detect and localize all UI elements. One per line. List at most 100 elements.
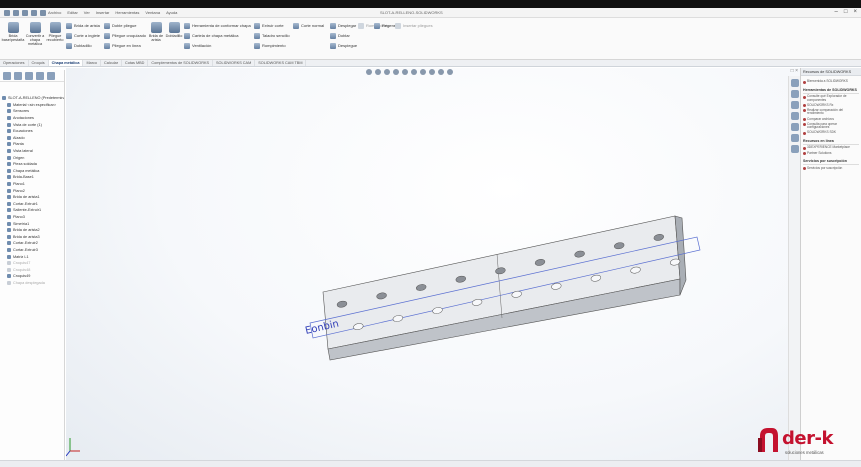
flatten-button[interactable]: Despiegue bbox=[330, 41, 357, 50]
tp-link-rx[interactable]: SOLIDWORKS Rx bbox=[803, 103, 859, 108]
home-icon[interactable] bbox=[791, 79, 799, 87]
rip-button[interactable]: Rompimiento bbox=[254, 41, 286, 50]
tree-node[interactable]: Sensores bbox=[0, 108, 64, 115]
tree-node[interactable]: Saliente-Extruir1 bbox=[0, 207, 64, 214]
tab-sheet-metal[interactable]: Chapa metálica bbox=[48, 60, 84, 66]
tab-evaluate[interactable]: Calcular bbox=[101, 60, 122, 66]
tree-node[interactable]: Plano2 bbox=[0, 187, 64, 194]
tree-node[interactable]: Simetría1 bbox=[0, 220, 64, 227]
graphics-area[interactable]: □ × Eonbin bbox=[66, 68, 800, 467]
hem-small-button[interactable]: Dobladillo bbox=[66, 41, 92, 50]
part-model[interactable]: Eonbin bbox=[66, 68, 800, 467]
configuration-icon[interactable] bbox=[25, 72, 33, 80]
dimxpert-icon[interactable] bbox=[36, 72, 44, 80]
fold-button[interactable]: Doblar bbox=[330, 31, 350, 40]
insert-bends-button[interactable]: Insertar pliegues bbox=[395, 21, 433, 30]
sketched-bend-button[interactable]: Pliegue croquizado bbox=[104, 31, 146, 40]
edge-flange-button[interactable]: Brida de arista bbox=[146, 22, 166, 42]
tree-node[interactable]: Anotaciones bbox=[0, 115, 64, 122]
tree-node[interactable]: Planta bbox=[0, 141, 64, 148]
tree-node[interactable]: Chapa metálica bbox=[0, 168, 64, 175]
tree-node[interactable]: Brida de arista1 bbox=[0, 194, 64, 201]
tree-node[interactable]: Brida-Base1 bbox=[0, 174, 64, 181]
miter-button[interactable]: Corte a inglete bbox=[66, 31, 100, 40]
menu-tools[interactable]: Herramientas bbox=[115, 10, 139, 15]
maximize-button[interactable]: □ bbox=[844, 9, 848, 15]
unfold-small-button[interactable]: Desplegar bbox=[330, 21, 356, 30]
tree-node[interactable]: Origen bbox=[0, 154, 64, 161]
tree-node[interactable]: Pieza soldada bbox=[0, 161, 64, 168]
undo-icon[interactable] bbox=[40, 10, 46, 16]
tree-node[interactable]: Cortar-Extruir2 bbox=[0, 240, 64, 247]
menu-file[interactable]: Archivo bbox=[48, 10, 61, 15]
edge-flange-small-button[interactable]: Brida de arista bbox=[66, 21, 100, 30]
tree-node[interactable]: Material <sin especificar> bbox=[0, 102, 64, 109]
tree-node[interactable]: Brida de arista3 bbox=[0, 233, 64, 240]
cut-small-button[interactable]: Extruir corte bbox=[254, 21, 284, 30]
tree-node[interactable]: Vista lateral bbox=[0, 148, 64, 155]
menu-window[interactable]: Ventana bbox=[145, 10, 160, 15]
appearances-icon[interactable] bbox=[791, 145, 799, 153]
tp-link-partners[interactable]: Partner Solutions bbox=[803, 151, 859, 156]
normal-cut-icon bbox=[293, 22, 299, 29]
tp-link-benchmark[interactable]: Realizar comparación del rendimiento bbox=[803, 108, 859, 116]
base-flange-button[interactable]: Brida base/pestaña bbox=[2, 22, 24, 42]
tp-link-welcome[interactable]: Bienvenida a SOLIDWORKS bbox=[803, 79, 859, 84]
tab-frame[interactable]: Marco bbox=[83, 60, 102, 66]
convert-sheet-button[interactable]: Convertir a chapa metálica bbox=[25, 22, 45, 47]
tp-link-marketplace[interactable]: 3DEXPERIENCE Marketplace bbox=[803, 146, 859, 150]
property-manager-icon[interactable] bbox=[14, 72, 22, 80]
tree-node[interactable]: SLOT-A-RELLENO (Predeterminado) bbox=[0, 95, 64, 102]
tree-node[interactable]: Cortar-Extruir1 bbox=[0, 201, 64, 208]
hem-button[interactable]: Dobladillo bbox=[164, 22, 184, 38]
tab-mbd[interactable]: Cotas MBD bbox=[122, 60, 149, 66]
tp-link-compare[interactable]: Comparar archivos bbox=[803, 117, 859, 122]
tab-cam[interactable]: SOLIDWORKS CAM bbox=[213, 60, 256, 66]
custom-properties-icon[interactable] bbox=[791, 134, 799, 142]
menu-insert[interactable]: Insertar bbox=[96, 10, 110, 15]
tab-addins[interactable]: Complementos de SOLIDWORKS bbox=[148, 60, 214, 66]
palette-icon[interactable] bbox=[791, 123, 799, 131]
tree-node[interactable]: Matriz L1 bbox=[0, 253, 64, 260]
tab-features[interactable]: Operaciones bbox=[0, 60, 29, 66]
tree-node[interactable]: Croquis49 bbox=[0, 273, 64, 280]
menu-help[interactable]: Ayuda bbox=[166, 10, 177, 15]
tree-node[interactable]: Croquis47 bbox=[0, 260, 64, 267]
minimize-button[interactable]: – bbox=[835, 9, 838, 15]
tree-node[interactable]: Croquis48 bbox=[0, 266, 64, 273]
file-explorer-icon[interactable] bbox=[791, 112, 799, 120]
forming-tool-button[interactable]: Herramienta de conformar chapa bbox=[184, 21, 251, 30]
lofted-bend-button[interactable]: Pliegue recubierto bbox=[45, 22, 65, 42]
tree-node[interactable]: Cortar-Extruir3 bbox=[0, 247, 64, 254]
save-icon[interactable] bbox=[22, 10, 28, 16]
line-bend-button[interactable]: Pliegue en línea bbox=[104, 41, 141, 50]
tab-cam-tbm[interactable]: SOLIDWORKS CAM TBM bbox=[255, 60, 307, 66]
open-file-icon[interactable] bbox=[13, 10, 19, 16]
gusset-button[interactable]: Cartela de chapa metálica bbox=[184, 31, 238, 40]
hole-button[interactable]: Taladro sencillo bbox=[254, 31, 290, 40]
menu-edit[interactable]: Editar bbox=[67, 10, 77, 15]
tree-node[interactable]: Ecuaciones bbox=[0, 128, 64, 135]
print-icon[interactable] bbox=[31, 10, 37, 16]
close-button[interactable]: × bbox=[853, 9, 857, 15]
design-library-icon[interactable] bbox=[791, 101, 799, 109]
tree-node[interactable]: Alzado bbox=[0, 135, 64, 142]
tab-sketch[interactable]: Croquis bbox=[29, 60, 49, 66]
tp-link-component-explorer[interactable]: Consulte qué Explorador de componentes bbox=[803, 94, 859, 102]
normal-cut-button[interactable]: Corte normal bbox=[293, 21, 324, 30]
tp-link-subscription[interactable]: Servicios por suscripción bbox=[803, 166, 859, 171]
resources-icon[interactable] bbox=[791, 90, 799, 98]
menu-view[interactable]: Ver bbox=[84, 10, 90, 15]
new-file-icon[interactable] bbox=[4, 10, 10, 16]
tree-node[interactable]: Brida de arista2 bbox=[0, 227, 64, 234]
display-manager-icon[interactable] bbox=[47, 72, 55, 80]
tree-node[interactable]: Plano3 bbox=[0, 214, 64, 221]
jog-button[interactable]: Doble pliegue bbox=[104, 21, 136, 30]
tree-node[interactable]: Plano1 bbox=[0, 181, 64, 188]
vent-button[interactable]: Ventilación bbox=[184, 41, 211, 50]
tree-node[interactable]: Vista de corte (1) bbox=[0, 121, 64, 128]
tp-link-sdk[interactable]: SOLIDWORKS SDK bbox=[803, 131, 859, 135]
feature-tree-icon[interactable] bbox=[3, 72, 11, 80]
tp-link-configurations[interactable]: Consulta para operar configuraciones bbox=[803, 122, 859, 130]
tree-node[interactable]: Chapa desplegada bbox=[0, 280, 64, 287]
